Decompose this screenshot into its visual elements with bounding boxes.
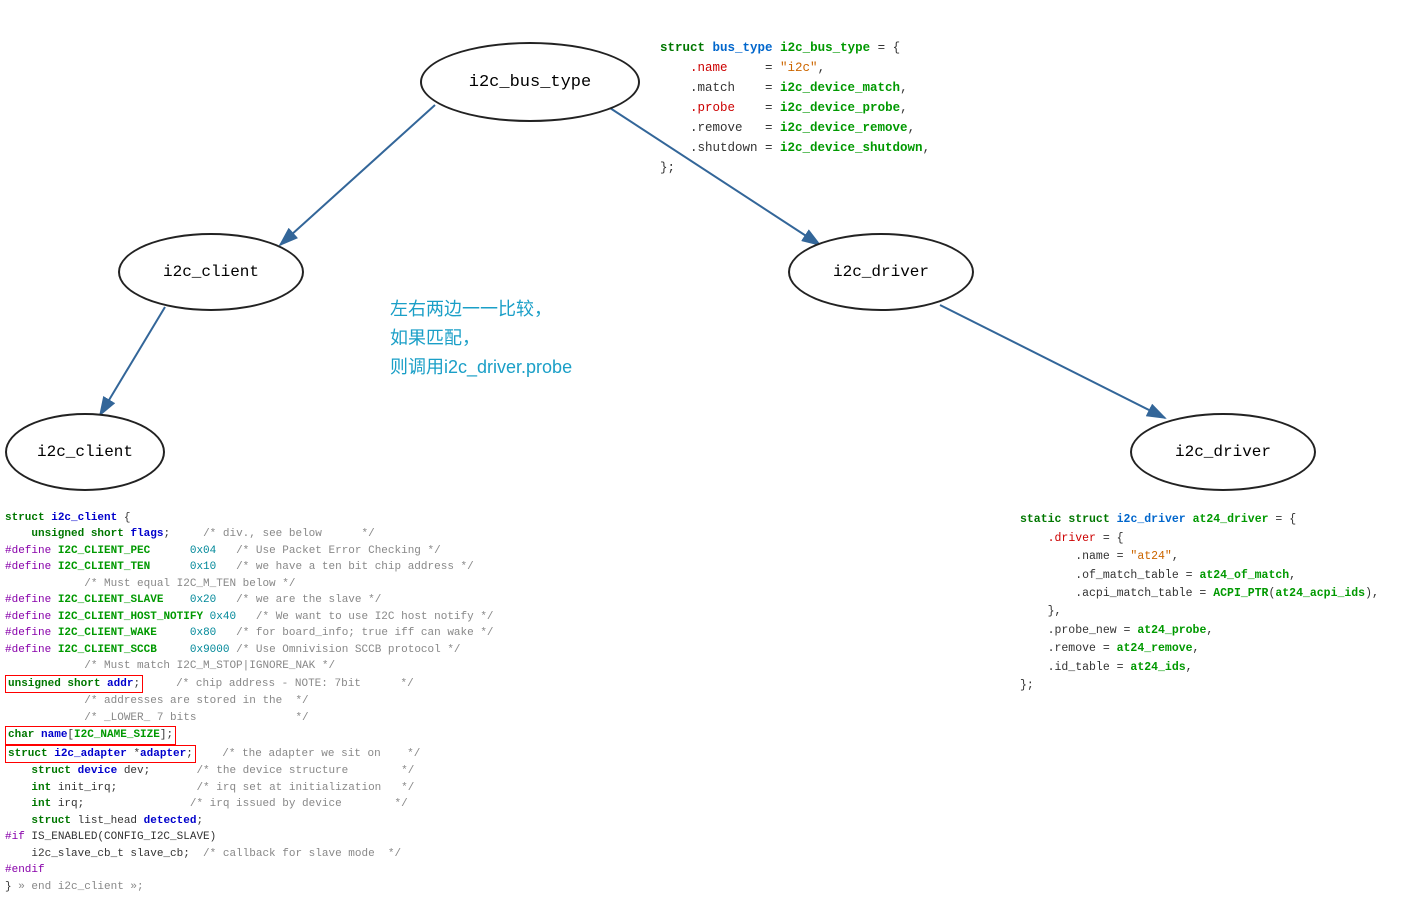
node-bus-type: i2c_bus_type [420, 42, 640, 122]
code-client: struct i2c_client { unsigned short flags… [5, 493, 494, 912]
node-driver-mid: i2c_driver [788, 233, 974, 311]
main-canvas: i2c_bus_type i2c_client i2c_driver i2c_c… [0, 0, 1418, 759]
code-bus-type: struct bus_type i2c_bus_type = { .name =… [660, 18, 930, 178]
node-client-mid: i2c_client [118, 233, 304, 311]
code-driver: static struct i2c_driver at24_driver = {… [1020, 493, 1379, 714]
node-client-bot: i2c_client [5, 413, 165, 491]
annotation-text: 左右两边一一比较， 如果匹配， 则调用i2c_driver.probe [390, 295, 572, 381]
node-driver-bot: i2c_driver [1130, 413, 1316, 491]
